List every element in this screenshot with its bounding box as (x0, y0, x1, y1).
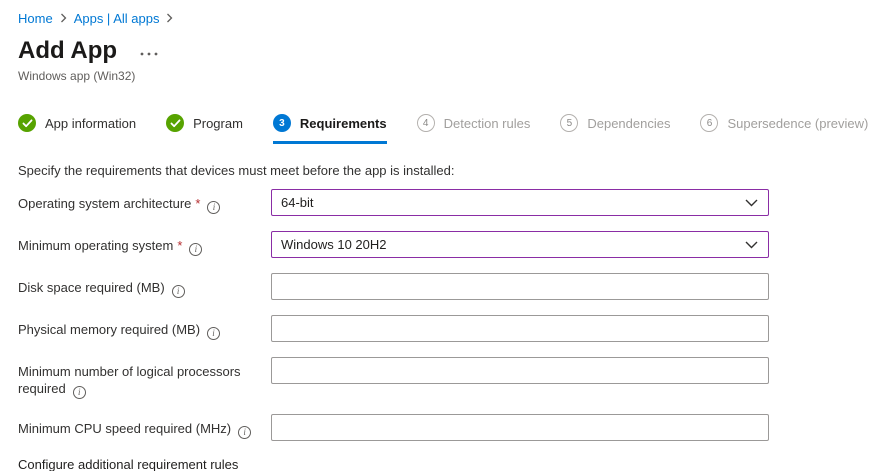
add-app-wizard-page: Home Apps | All apps Add App Windows app… (0, 0, 896, 471)
field-label-text: Disk space required (MB) (18, 280, 165, 295)
page-title: Add App (18, 36, 117, 66)
minimum-cpu-speed-required-mhz-input[interactable] (271, 414, 769, 441)
minimum-cpu-speed-required-mhz-control (271, 414, 769, 441)
required-asterisk: * (177, 238, 182, 253)
wizard-step-requirements[interactable]: 3 Requirements (273, 114, 387, 144)
check-icon (166, 114, 184, 132)
step-label: Program (193, 116, 243, 131)
form-row-physical-memory-required-mb: Physical memory required (MB) i (18, 315, 896, 342)
physical-memory-required-mb-input[interactable] (271, 315, 769, 342)
minimum-operating-system-control: Windows 10 20H2 (271, 231, 769, 258)
step-number-badge: 6 (700, 114, 718, 132)
disk-space-required-mb-control (271, 273, 769, 300)
wizard-steps: App information Program 3 Requirements 4 Dete… (18, 114, 896, 144)
form-row-minimum-number-of-logical-processors-required: Minimum number of logical processors req… (18, 357, 896, 399)
additional-requirement-rules-heading: Configure additional requirement rules (18, 457, 896, 471)
physical-memory-required-mb-label: Physical memory required (MB) i (18, 315, 271, 340)
form-instruction: Specify the requirements that devices mu… (18, 163, 896, 178)
dropdown-selected-value: 64-bit (281, 195, 314, 210)
form-row-minimum-operating-system: Minimum operating system * i Windows 10 20H… (18, 231, 896, 258)
title-row: Add App (18, 36, 896, 66)
wizard-step-supersedence-preview[interactable]: 6 Supersedence (preview) (700, 114, 868, 144)
breadcrumb-link-home[interactable]: Home (18, 11, 53, 26)
form-row-operating-system-architecture: Operating system architecture * i 64-bit (18, 189, 896, 216)
operating-system-architecture-dropdown[interactable]: 64-bit (271, 189, 769, 216)
minimum-cpu-speed-required-mhz-label: Minimum CPU speed required (MHz) i (18, 414, 271, 439)
step-label: Supersedence (preview) (727, 116, 868, 131)
physical-memory-required-mb-control (271, 315, 769, 342)
field-label-text: Operating system architecture (18, 196, 191, 211)
operating-system-architecture-label: Operating system architecture * i (18, 189, 271, 214)
step-label: Dependencies (587, 116, 670, 131)
info-icon[interactable]: i (207, 201, 220, 214)
form-row-minimum-cpu-speed-required-mhz: Minimum CPU speed required (MHz) i (18, 414, 896, 441)
step-label: Requirements (300, 116, 387, 131)
field-label-text: Minimum CPU speed required (MHz) (18, 421, 231, 436)
more-options-icon[interactable] (140, 52, 158, 56)
operating-system-architecture-control: 64-bit (271, 189, 769, 216)
info-icon[interactable]: i (189, 243, 202, 256)
wizard-step-program[interactable]: Program (166, 114, 243, 144)
minimum-number-of-logical-processors-required-label: Minimum number of logical processors req… (18, 357, 271, 399)
info-icon[interactable]: i (73, 386, 86, 399)
info-icon[interactable]: i (207, 327, 220, 340)
step-number-badge: 5 (560, 114, 578, 132)
field-label-text: Minimum number of logical processors req… (18, 364, 241, 396)
breadcrumb-link-all-apps[interactable]: Apps | All apps (74, 11, 160, 26)
wizard-step-app-information[interactable]: App information (18, 114, 136, 144)
chevron-right-icon (60, 13, 67, 23)
required-asterisk: * (195, 196, 200, 211)
info-icon[interactable]: i (238, 426, 251, 439)
chevron-down-icon (745, 199, 758, 207)
chevron-right-icon (166, 13, 173, 23)
disk-space-required-mb-input[interactable] (271, 273, 769, 300)
minimum-operating-system-label: Minimum operating system * i (18, 231, 271, 256)
minimum-number-of-logical-processors-required-control (271, 357, 769, 384)
step-label: App information (45, 116, 136, 131)
requirements-form: Operating system architecture * i 64-bit Min… (18, 189, 896, 441)
disk-space-required-mb-label: Disk space required (MB) i (18, 273, 271, 298)
step-number-badge: 4 (417, 114, 435, 132)
minimum-operating-system-dropdown[interactable]: Windows 10 20H2 (271, 231, 769, 258)
step-number-badge: 3 (273, 114, 291, 132)
field-label-text: Physical memory required (MB) (18, 322, 200, 337)
wizard-step-detection-rules[interactable]: 4 Detection rules (417, 114, 531, 144)
page-subtitle: Windows app (Win32) (18, 69, 896, 83)
field-label-text: Minimum operating system (18, 238, 173, 253)
check-icon (18, 114, 36, 132)
chevron-down-icon (745, 241, 758, 249)
form-row-disk-space-required-mb: Disk space required (MB) i (18, 273, 896, 300)
breadcrumb: Home Apps | All apps (18, 9, 896, 27)
minimum-number-of-logical-processors-required-input[interactable] (271, 357, 769, 384)
wizard-step-dependencies[interactable]: 5 Dependencies (560, 114, 670, 144)
step-label: Detection rules (444, 116, 531, 131)
dropdown-selected-value: Windows 10 20H2 (281, 237, 387, 252)
info-icon[interactable]: i (172, 285, 185, 298)
